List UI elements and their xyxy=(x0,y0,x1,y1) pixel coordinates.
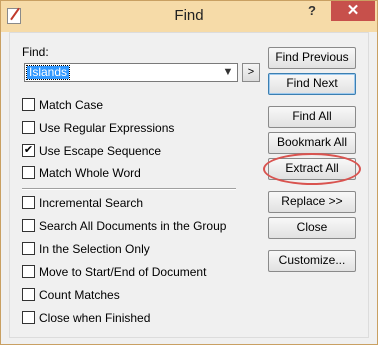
checkbox-label: Move to Start/End of Document xyxy=(39,265,207,279)
checkbox-label: Count Matches xyxy=(39,288,120,302)
find-input[interactable]: Islands xyxy=(25,65,71,80)
close-button[interactable]: Close xyxy=(268,217,356,239)
highlight-annotation xyxy=(263,153,361,185)
checkbox-box[interactable] xyxy=(22,288,35,301)
dialog-body: Find: Islands ▼ > Match Case Use Regular… xyxy=(9,32,369,338)
expand-button[interactable]: > xyxy=(242,63,260,82)
checkbox-box[interactable] xyxy=(22,265,35,278)
checkbox-box[interactable] xyxy=(22,242,35,255)
close-window-button[interactable]: ✕ xyxy=(331,1,375,21)
checkbox-label: Close when Finished xyxy=(39,311,151,325)
checkbox-box[interactable] xyxy=(22,166,35,179)
checkbox-label: Match Whole Word xyxy=(39,166,141,180)
bookmark-all-button[interactable]: Bookmark All xyxy=(268,132,356,154)
options-divider xyxy=(22,188,236,190)
checkbox-label: Incremental Search xyxy=(39,196,144,210)
help-button[interactable]: ? xyxy=(297,1,327,21)
chevron-down-icon[interactable]: ▼ xyxy=(221,64,235,81)
checkbox-box[interactable] xyxy=(22,98,35,111)
checkbox-label: Use Escape Sequence xyxy=(39,144,162,158)
checkbox-box[interactable] xyxy=(22,121,35,134)
title-bar[interactable]: Find ? ✕ xyxy=(1,1,377,32)
checkbox-label: In the Selection Only xyxy=(39,242,150,256)
checkbox-label: Match Case xyxy=(39,98,104,112)
find-dialog: Find ? ✕ Find: Islands ▼ > Match Case Us… xyxy=(0,0,378,345)
checkmark-icon[interactable]: ✔ xyxy=(22,144,35,157)
find-all-button[interactable]: Find All xyxy=(268,106,356,128)
checkbox-box[interactable] xyxy=(22,311,35,324)
find-label: Find: xyxy=(22,45,49,59)
find-combobox[interactable]: Islands ▼ xyxy=(24,63,238,82)
find-next-button[interactable]: Find Next xyxy=(268,73,356,95)
find-previous-button[interactable]: Find Previous xyxy=(268,47,356,69)
replace-button[interactable]: Replace >> xyxy=(268,191,356,213)
checkbox-box[interactable] xyxy=(22,219,35,232)
checkbox-label: Use Regular Expressions xyxy=(39,121,175,135)
customize-button[interactable]: Customize... xyxy=(268,250,356,272)
checkbox-label: Search All Documents in the Group xyxy=(39,219,227,233)
checkbox-box[interactable] xyxy=(22,196,35,209)
